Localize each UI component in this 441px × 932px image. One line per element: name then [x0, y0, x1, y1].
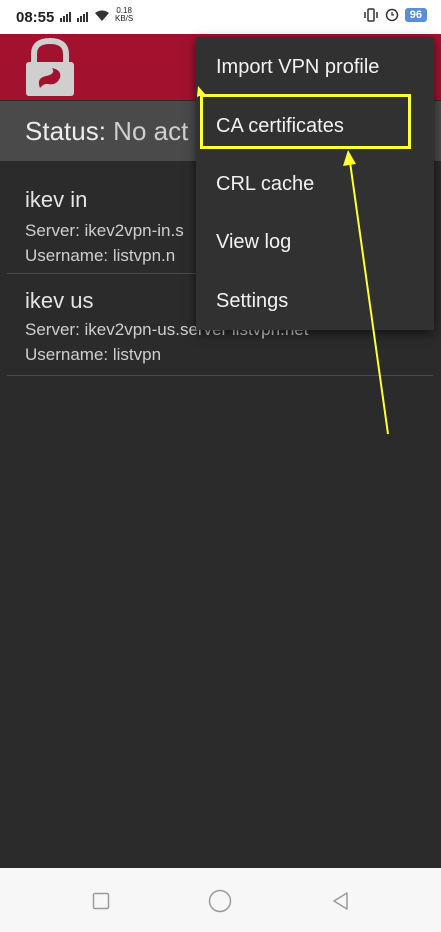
profile-name: ikev us	[25, 288, 94, 313]
menu-item-settings[interactable]: Settings	[196, 272, 434, 330]
network-speed-unit: KB/S	[115, 14, 134, 23]
highlight-box	[200, 94, 411, 149]
system-status-bar: 08:55 0.18 KB/S 96	[0, 0, 441, 34]
home-circle-icon[interactable]	[205, 886, 235, 916]
profile-server: Server: ikev2vpn-in.s	[25, 221, 184, 240]
status-left-icons	[60, 10, 110, 22]
recents-square-icon[interactable]	[86, 886, 116, 916]
menu-item-import-vpn-profile[interactable]: Import VPN profile	[196, 38, 434, 96]
signal-icon	[60, 12, 71, 22]
profile-username: Username: listvpn.n	[25, 246, 176, 265]
alarm-icon	[385, 8, 398, 22]
network-speed: 0.18 KB/S	[115, 7, 133, 23]
status-value: No act	[113, 116, 189, 146]
status-label: Status:	[25, 116, 106, 146]
lock-logo-icon	[26, 38, 74, 96]
status-right-icons: 96	[363, 8, 427, 22]
signal-icon	[77, 12, 88, 22]
battery-icon: 96	[404, 8, 427, 22]
overflow-menu: Import VPN profile CA certificates CRL c…	[196, 37, 434, 330]
clock-time: 08:55	[16, 9, 55, 26]
system-nav-bar	[0, 868, 441, 932]
profile-name: ikev in	[25, 187, 88, 212]
back-triangle-icon[interactable]	[325, 886, 355, 916]
profile-username: Username: listvpn	[25, 345, 162, 364]
menu-item-view-log[interactable]: View log	[196, 213, 434, 271]
vibrate-icon	[364, 8, 378, 22]
menu-item-crl-cache[interactable]: CRL cache	[196, 155, 434, 213]
wifi-icon	[95, 10, 109, 21]
